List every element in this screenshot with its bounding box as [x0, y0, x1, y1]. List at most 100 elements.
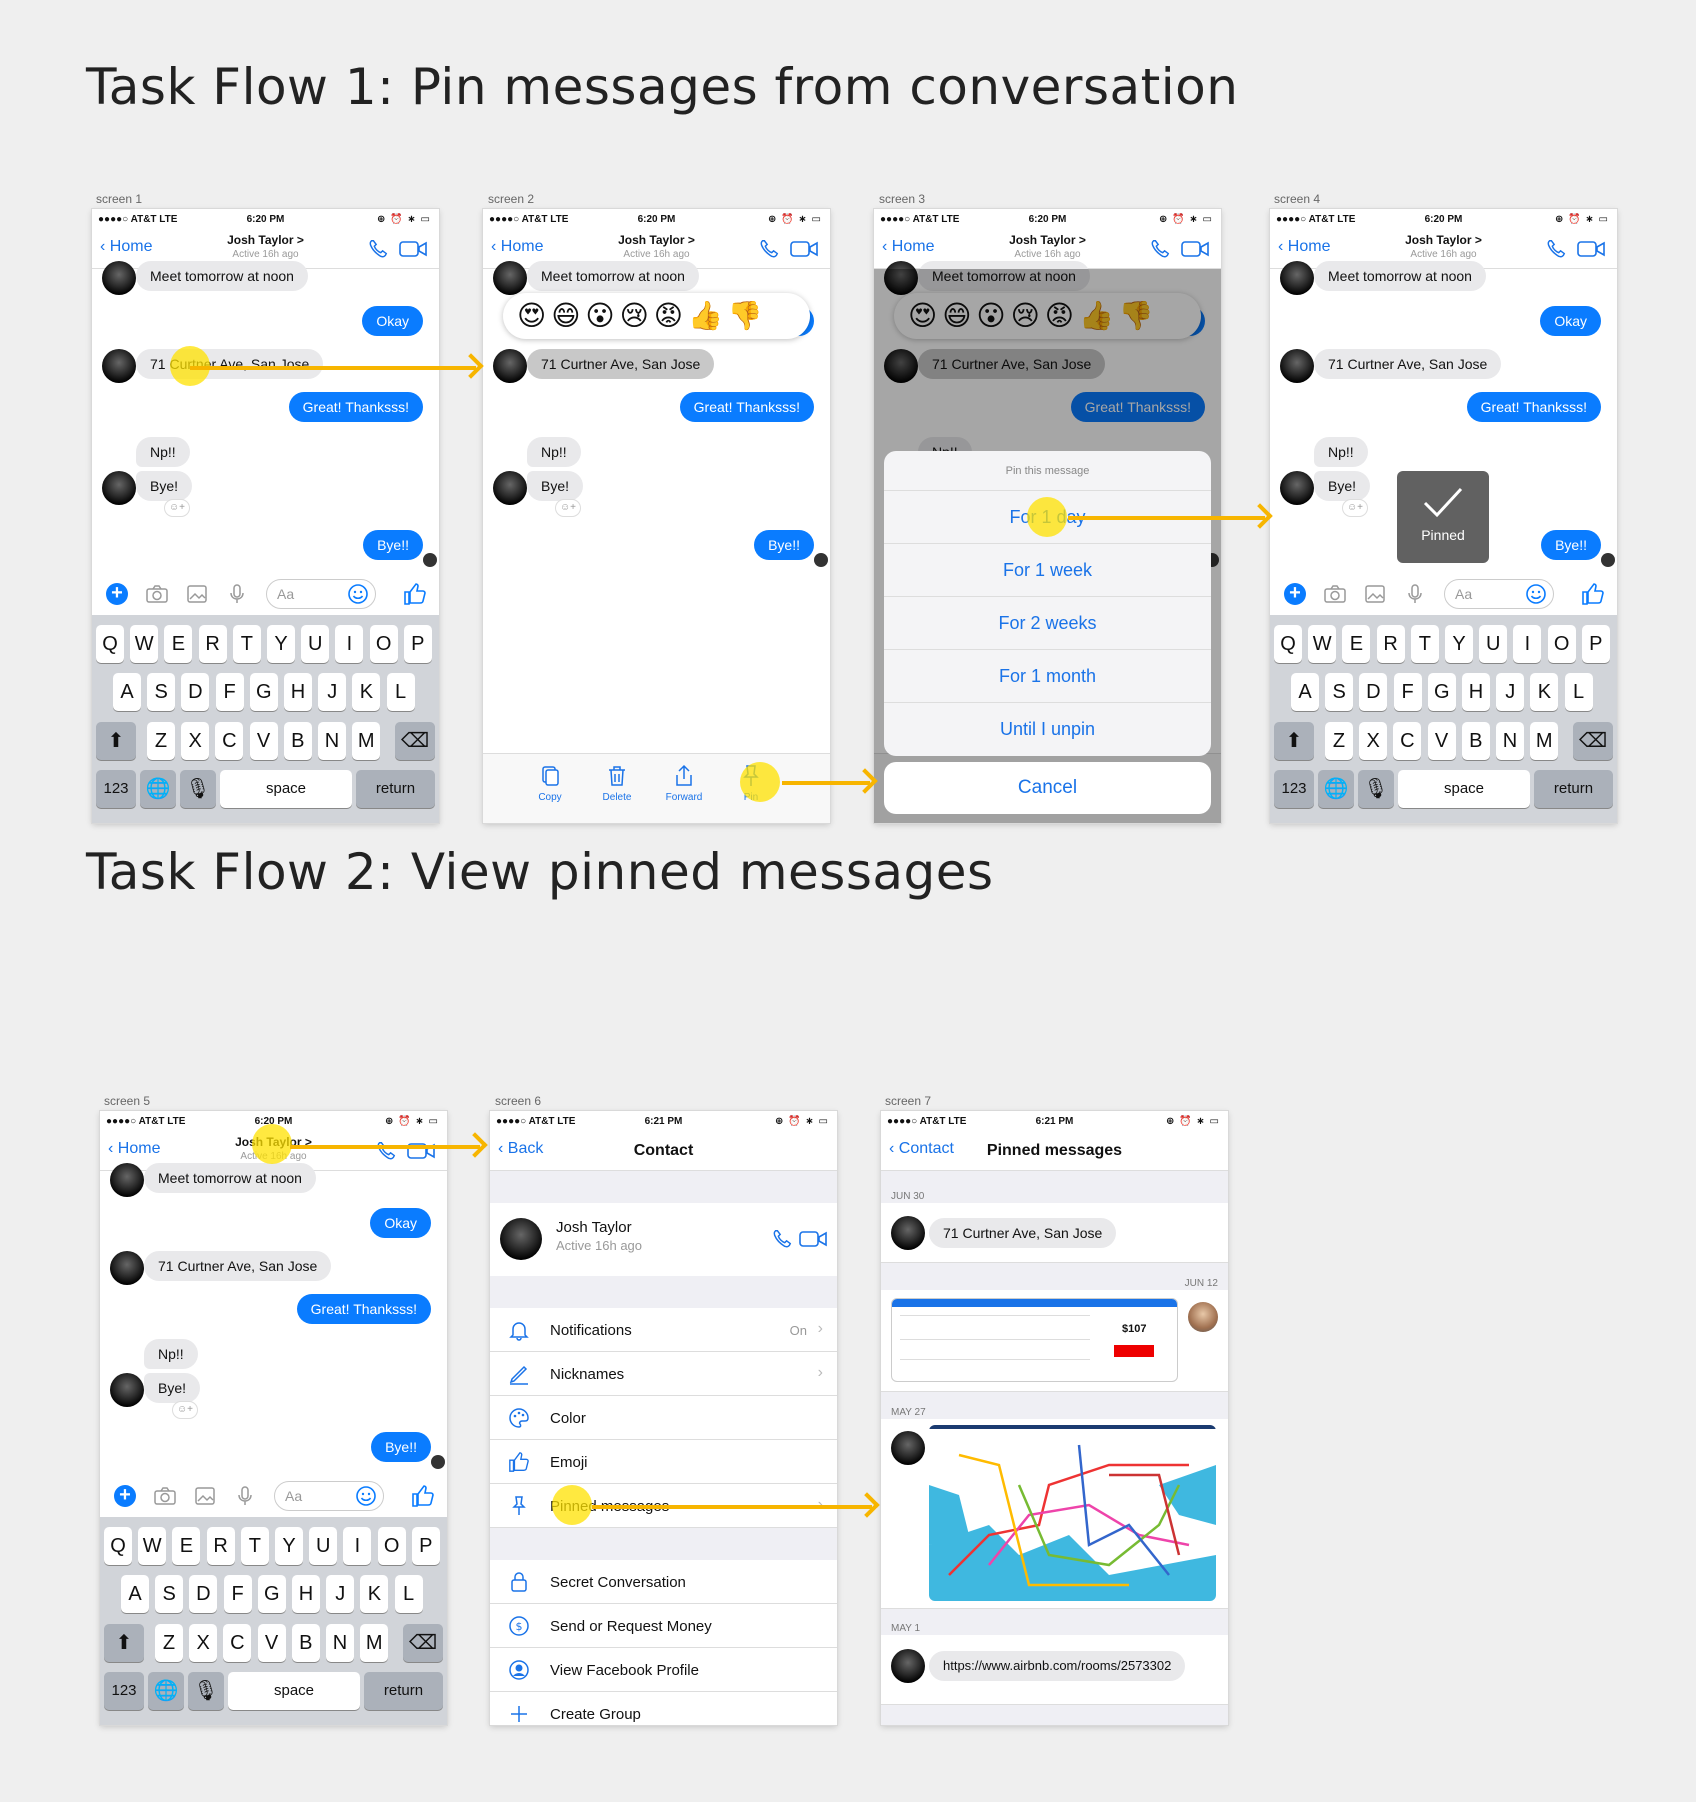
key[interactable]: R: [206, 1527, 235, 1565]
message-bubble[interactable]: 71 Curtner Ave, San Jose: [527, 349, 715, 379]
key[interactable]: C: [215, 722, 244, 760]
message-bubble[interactable]: Great! Thanksss!: [296, 1294, 431, 1324]
key[interactable]: J: [1496, 673, 1525, 711]
flight-card[interactable]: $107: [891, 1298, 1178, 1382]
message-bubble[interactable]: Meet tomorrow at noon: [527, 261, 699, 291]
key[interactable]: W: [1308, 625, 1337, 663]
image-icon[interactable]: [186, 584, 208, 604]
pin-option[interactable]: For 1 week: [884, 544, 1211, 597]
reaction-picker[interactable]: 😍😄😮😢😡👍👎: [503, 293, 810, 339]
key[interactable]: N: [326, 1624, 354, 1662]
key[interactable]: M: [1530, 722, 1559, 760]
color-row[interactable]: Color: [490, 1396, 837, 1440]
key[interactable]: F: [223, 1575, 252, 1613]
message-input[interactable]: Aa: [274, 1481, 384, 1511]
numbers-key[interactable]: 123: [96, 770, 136, 808]
view-profile-row[interactable]: View Facebook Profile: [490, 1648, 837, 1692]
message-input[interactable]: Aa: [266, 579, 376, 609]
key[interactable]: J: [326, 1575, 355, 1613]
numbers-key[interactable]: 123: [104, 1672, 144, 1710]
key[interactable]: H: [1462, 673, 1490, 711]
key[interactable]: E: [1342, 625, 1371, 663]
key[interactable]: T: [232, 625, 261, 663]
key[interactable]: X: [189, 1624, 218, 1662]
add-reaction-icon[interactable]: ☺+: [172, 1401, 198, 1419]
backspace-key[interactable]: ⌫: [403, 1624, 443, 1662]
link-bubble[interactable]: https://www.airbnb.com/rooms/2573302: [929, 1651, 1186, 1681]
key[interactable]: R: [1376, 625, 1405, 663]
phone-icon[interactable]: [1149, 238, 1171, 260]
key[interactable]: F: [215, 673, 244, 711]
backspace-key[interactable]: ⌫: [395, 722, 435, 760]
key[interactable]: C: [1393, 722, 1422, 760]
key[interactable]: E: [172, 1527, 201, 1565]
send-money-row[interactable]: $ Send or Request Money: [490, 1604, 837, 1648]
return-key[interactable]: return: [1534, 770, 1613, 808]
space-key[interactable]: space: [228, 1672, 360, 1710]
like-icon[interactable]: [1581, 582, 1605, 606]
shift-key[interactable]: ⬆: [96, 722, 136, 760]
delete-button[interactable]: Delete: [587, 764, 647, 803]
message-input[interactable]: Aa: [1444, 579, 1554, 609]
pin-option[interactable]: For 2 weeks: [884, 597, 1211, 650]
key[interactable]: S: [147, 673, 176, 711]
key[interactable]: Q: [104, 1527, 132, 1565]
key[interactable]: C: [223, 1624, 252, 1662]
microphone-icon[interactable]: [1404, 584, 1426, 604]
key[interactable]: K: [360, 1575, 389, 1613]
key[interactable]: O: [1547, 625, 1576, 663]
key[interactable]: V: [257, 1624, 286, 1662]
phone-icon[interactable]: [771, 1228, 793, 1250]
emoji-row[interactable]: Emoji: [490, 1440, 837, 1484]
space-key[interactable]: space: [1398, 770, 1530, 808]
key[interactable]: D: [1359, 673, 1388, 711]
key[interactable]: Y: [267, 625, 295, 663]
emoji-icon[interactable]: [347, 583, 369, 605]
shift-key[interactable]: ⬆: [1274, 722, 1314, 760]
key[interactable]: U: [301, 625, 330, 663]
message-bubble[interactable]: Great! Thanksss!: [1466, 392, 1601, 422]
message-bubble[interactable]: Bye!!: [1541, 530, 1601, 560]
cancel-button[interactable]: Cancel: [884, 762, 1211, 814]
key[interactable]: Q: [96, 625, 124, 663]
camera-icon[interactable]: [1324, 584, 1346, 604]
key[interactable]: X: [181, 722, 210, 760]
key[interactable]: J: [318, 673, 347, 711]
message-bubble[interactable]: Np!!: [144, 1339, 198, 1369]
key[interactable]: L: [1564, 673, 1593, 711]
emoji-icon[interactable]: [1525, 583, 1547, 605]
key[interactable]: H: [284, 673, 312, 711]
phone-icon[interactable]: [367, 238, 389, 260]
message-bubble[interactable]: Bye!: [144, 1373, 201, 1403]
key[interactable]: L: [386, 673, 415, 711]
shift-key[interactable]: ⬆: [104, 1624, 144, 1662]
key[interactable]: M: [352, 722, 381, 760]
key[interactable]: Y: [1445, 625, 1473, 663]
key[interactable]: Z: [147, 722, 175, 760]
message-bubble[interactable]: Okay: [1540, 306, 1601, 336]
key[interactable]: R: [198, 625, 227, 663]
key[interactable]: T: [1410, 625, 1439, 663]
secret-conversation-row[interactable]: Secret Conversation: [490, 1560, 837, 1604]
pinned-item[interactable]: https://www.airbnb.com/rooms/2573302: [881, 1635, 1228, 1705]
key[interactable]: Q: [1274, 625, 1302, 663]
key[interactable]: Y: [275, 1527, 303, 1565]
message-bubble[interactable]: Bye!!: [363, 530, 423, 560]
dictation-key[interactable]: 🎙: [1358, 770, 1394, 808]
message-bubble[interactable]: Okay: [370, 1208, 431, 1238]
add-reaction-icon[interactable]: ☺+: [1342, 499, 1368, 517]
video-camera-icon[interactable]: [1181, 240, 1209, 258]
notifications-row[interactable]: Notifications On ›: [490, 1308, 837, 1352]
message-bubble[interactable]: Bye!!: [371, 1432, 431, 1462]
key[interactable]: W: [138, 1527, 167, 1565]
key[interactable]: D: [189, 1575, 218, 1613]
key[interactable]: A: [113, 673, 141, 711]
space-key[interactable]: space: [220, 770, 352, 808]
message-bubble[interactable]: Bye!: [527, 471, 584, 501]
copy-button[interactable]: Copy: [520, 764, 580, 803]
message-bubble[interactable]: Np!!: [1314, 437, 1368, 467]
key[interactable]: M: [360, 1624, 389, 1662]
metro-map-image[interactable]: [929, 1425, 1216, 1601]
plus-icon[interactable]: +: [114, 1485, 136, 1507]
key[interactable]: A: [121, 1575, 149, 1613]
